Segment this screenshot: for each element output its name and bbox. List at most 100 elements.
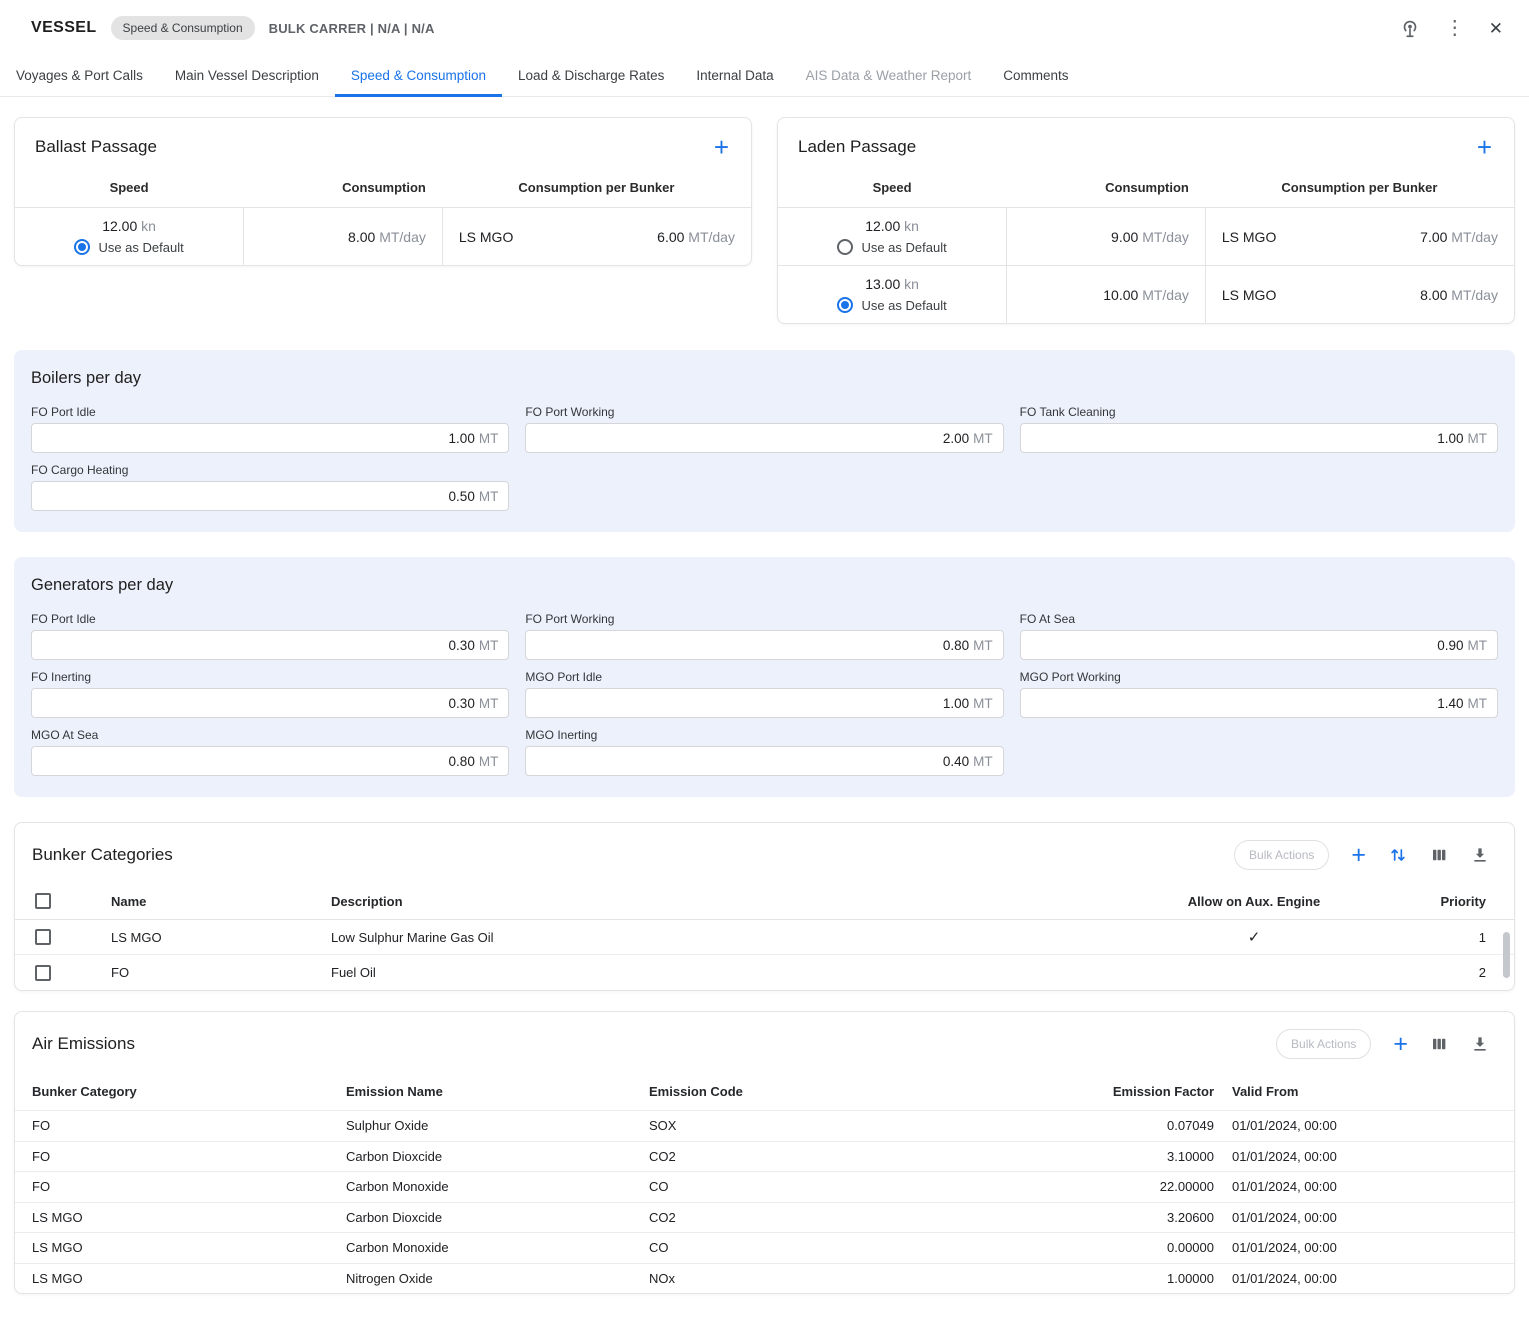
field-input[interactable]: 0.90 MT <box>1020 630 1498 660</box>
radio-label: Use as Default <box>98 240 183 255</box>
table-row[interactable]: LS MGO Carbon Dioxcide CO2 3.20600 01/01… <box>15 1202 1514 1233</box>
table-row[interactable]: LS MGO Carbon Monoxide CO 0.00000 01/01/… <box>15 1232 1514 1263</box>
field-value: 0.80 <box>943 638 969 653</box>
radio-icon[interactable] <box>837 239 853 255</box>
radio-label: Use as Default <box>861 240 946 255</box>
consumption-cell: 10.00 MT/day <box>1006 266 1205 323</box>
emission-code-cell: CO2 <box>649 1210 939 1225</box>
field-value: 0.50 <box>449 489 475 504</box>
tab-label: AIS Data & Weather Report <box>806 68 972 83</box>
field-input[interactable]: 0.40 MT <box>525 746 1003 776</box>
row-checkbox[interactable] <box>35 965 51 981</box>
consumption-unit: MT/day <box>1142 229 1189 245</box>
bunker-categories-title: Bunker Categories <box>32 845 173 865</box>
speed-value: 12.00 <box>865 218 900 234</box>
sort-icon[interactable] <box>1388 845 1408 865</box>
emission-code-cell: CO <box>649 1240 939 1255</box>
more-menu-icon[interactable]: ⋮ <box>1445 18 1465 38</box>
field-value: 1.40 <box>1437 696 1463 711</box>
close-icon[interactable]: ✕ <box>1489 20 1503 37</box>
bunker-consumption-value: 7.00 <box>1420 229 1447 245</box>
column-header-consumption-per-bunker: Consumption per Bunker <box>1205 180 1514 195</box>
field-unit: MT <box>1468 696 1488 711</box>
table-row[interactable]: LS MGO Nitrogen Oxide NOx 1.00000 01/01/… <box>15 1263 1514 1294</box>
use-as-default-radio[interactable]: Use as Default <box>837 297 946 313</box>
field-unit: MT <box>1468 638 1488 653</box>
emission-rows: FO Sulphur Oxide SOX 0.07049 01/01/2024,… <box>15 1110 1514 1293</box>
passage-row: 12.00 kn Use as Default 9.00 MT/day LS M… <box>778 207 1514 265</box>
ballast-passage-card: Ballast Passage + Speed Consumption Cons… <box>14 117 752 266</box>
field-label: FO At Sea <box>1020 612 1498 626</box>
radio-label: Use as Default <box>861 298 946 313</box>
emission-name-cell: Sulphur Oxide <box>346 1118 649 1133</box>
column-header-emission-code: Emission Code <box>649 1084 939 1099</box>
field-input[interactable]: 1.40 MT <box>1020 688 1498 718</box>
bulk-actions-button[interactable]: Bulk Actions <box>1234 840 1329 870</box>
column-header-valid-from: Valid From <box>1216 1084 1497 1099</box>
bunker-consumption-value: 8.00 <box>1420 287 1447 303</box>
field-unit: MT <box>479 489 499 504</box>
columns-icon[interactable] <box>1430 846 1448 864</box>
field-input[interactable]: 2.00 MT <box>525 423 1003 453</box>
table-row[interactable]: LS MGO Low Sulphur Marine Gas Oil ✓ 1 <box>15 920 1514 955</box>
use-as-default-radio[interactable]: Use as Default <box>74 239 183 255</box>
table-row[interactable]: FO Fuel Oil ✓ 2 <box>15 955 1514 990</box>
bulk-actions-button[interactable]: Bulk Actions <box>1276 1029 1371 1059</box>
column-header-emission-name: Emission Name <box>346 1084 649 1099</box>
download-icon[interactable] <box>1470 1034 1490 1054</box>
tab-ais-data-weather-report[interactable]: AIS Data & Weather Report <box>790 56 988 97</box>
field-label: FO Tank Cleaning <box>1020 405 1498 419</box>
emission-valid-from-cell: 01/01/2024, 00:00 <box>1216 1240 1497 1255</box>
table-row[interactable]: FO Carbon Monoxide CO 22.00000 01/01/202… <box>15 1171 1514 1202</box>
add-bunker-category-button[interactable]: + <box>1351 843 1366 868</box>
tab-main-vessel-description[interactable]: Main Vessel Description <box>159 56 335 97</box>
broadcast-icon[interactable] <box>1399 17 1421 39</box>
add-emission-button[interactable]: + <box>1393 1032 1408 1057</box>
field-input[interactable]: 1.00 MT <box>31 423 509 453</box>
tab-bar: Voyages & Port CallsMain Vessel Descript… <box>0 56 1529 97</box>
consumption-cell: 9.00 MT/day <box>1006 208 1205 265</box>
emission-name-cell: Nitrogen Oxide <box>346 1271 649 1286</box>
tab-load-discharge-rates[interactable]: Load & Discharge Rates <box>502 56 680 97</box>
tab-internal-data[interactable]: Internal Data <box>680 56 789 97</box>
field-input[interactable]: 1.00 MT <box>1020 423 1498 453</box>
emission-code-cell: SOX <box>649 1118 939 1133</box>
bunker-name-cell: LS MGO <box>111 930 331 945</box>
field-value: 0.90 <box>1437 638 1463 653</box>
bunker-name-cell: FO <box>111 965 331 980</box>
column-header-consumption-per-bunker: Consumption per Bunker <box>442 180 751 195</box>
tab-speed-consumption[interactable]: Speed & Consumption <box>335 56 502 97</box>
bunker-priority-cell: 2 <box>1394 965 1514 980</box>
table-row[interactable]: FO Sulphur Oxide SOX 0.07049 01/01/2024,… <box>15 1110 1514 1141</box>
use-as-default-radio[interactable]: Use as Default <box>837 239 946 255</box>
emission-category-cell: FO <box>32 1149 346 1164</box>
field-input[interactable]: 0.30 MT <box>31 630 509 660</box>
bunker-name: LS MGO <box>1222 287 1276 303</box>
emission-valid-from-cell: 01/01/2024, 00:00 <box>1216 1179 1497 1194</box>
bunker-consumption-unit: MT/day <box>1451 229 1498 245</box>
column-header-bunker-category: Bunker Category <box>32 1084 346 1099</box>
speed-unit: kn <box>904 276 919 292</box>
tab-voyages-port-calls[interactable]: Voyages & Port Calls <box>0 56 159 97</box>
table-scrollbar[interactable] <box>1503 932 1510 978</box>
column-header-emission-factor: Emission Factor <box>939 1084 1216 1099</box>
add-ballast-speed-button[interactable]: + <box>714 134 729 160</box>
tab-comments[interactable]: Comments <box>987 56 1084 97</box>
field-input[interactable]: 0.30 MT <box>31 688 509 718</box>
columns-icon[interactable] <box>1430 1035 1448 1053</box>
field-input[interactable]: 0.50 MT <box>31 481 509 511</box>
table-row[interactable]: FO Carbon Dioxcide CO2 3.10000 01/01/202… <box>15 1141 1514 1172</box>
field-input[interactable]: 0.80 MT <box>31 746 509 776</box>
radio-icon[interactable] <box>837 297 853 313</box>
row-checkbox[interactable] <box>35 929 51 945</box>
boilers-section: Boilers per day FO Port Idle 1.00 MT FO … <box>14 350 1515 532</box>
field-input[interactable]: 0.80 MT <box>525 630 1003 660</box>
field-unit: MT <box>479 754 499 769</box>
download-icon[interactable] <box>1470 845 1490 865</box>
select-all-checkbox[interactable] <box>35 893 51 909</box>
field-value: 2.00 <box>943 431 969 446</box>
field-input[interactable]: 1.00 MT <box>525 688 1003 718</box>
radio-icon[interactable] <box>74 239 90 255</box>
add-laden-speed-button[interactable]: + <box>1477 134 1492 160</box>
column-header-speed: Speed <box>778 180 1006 195</box>
